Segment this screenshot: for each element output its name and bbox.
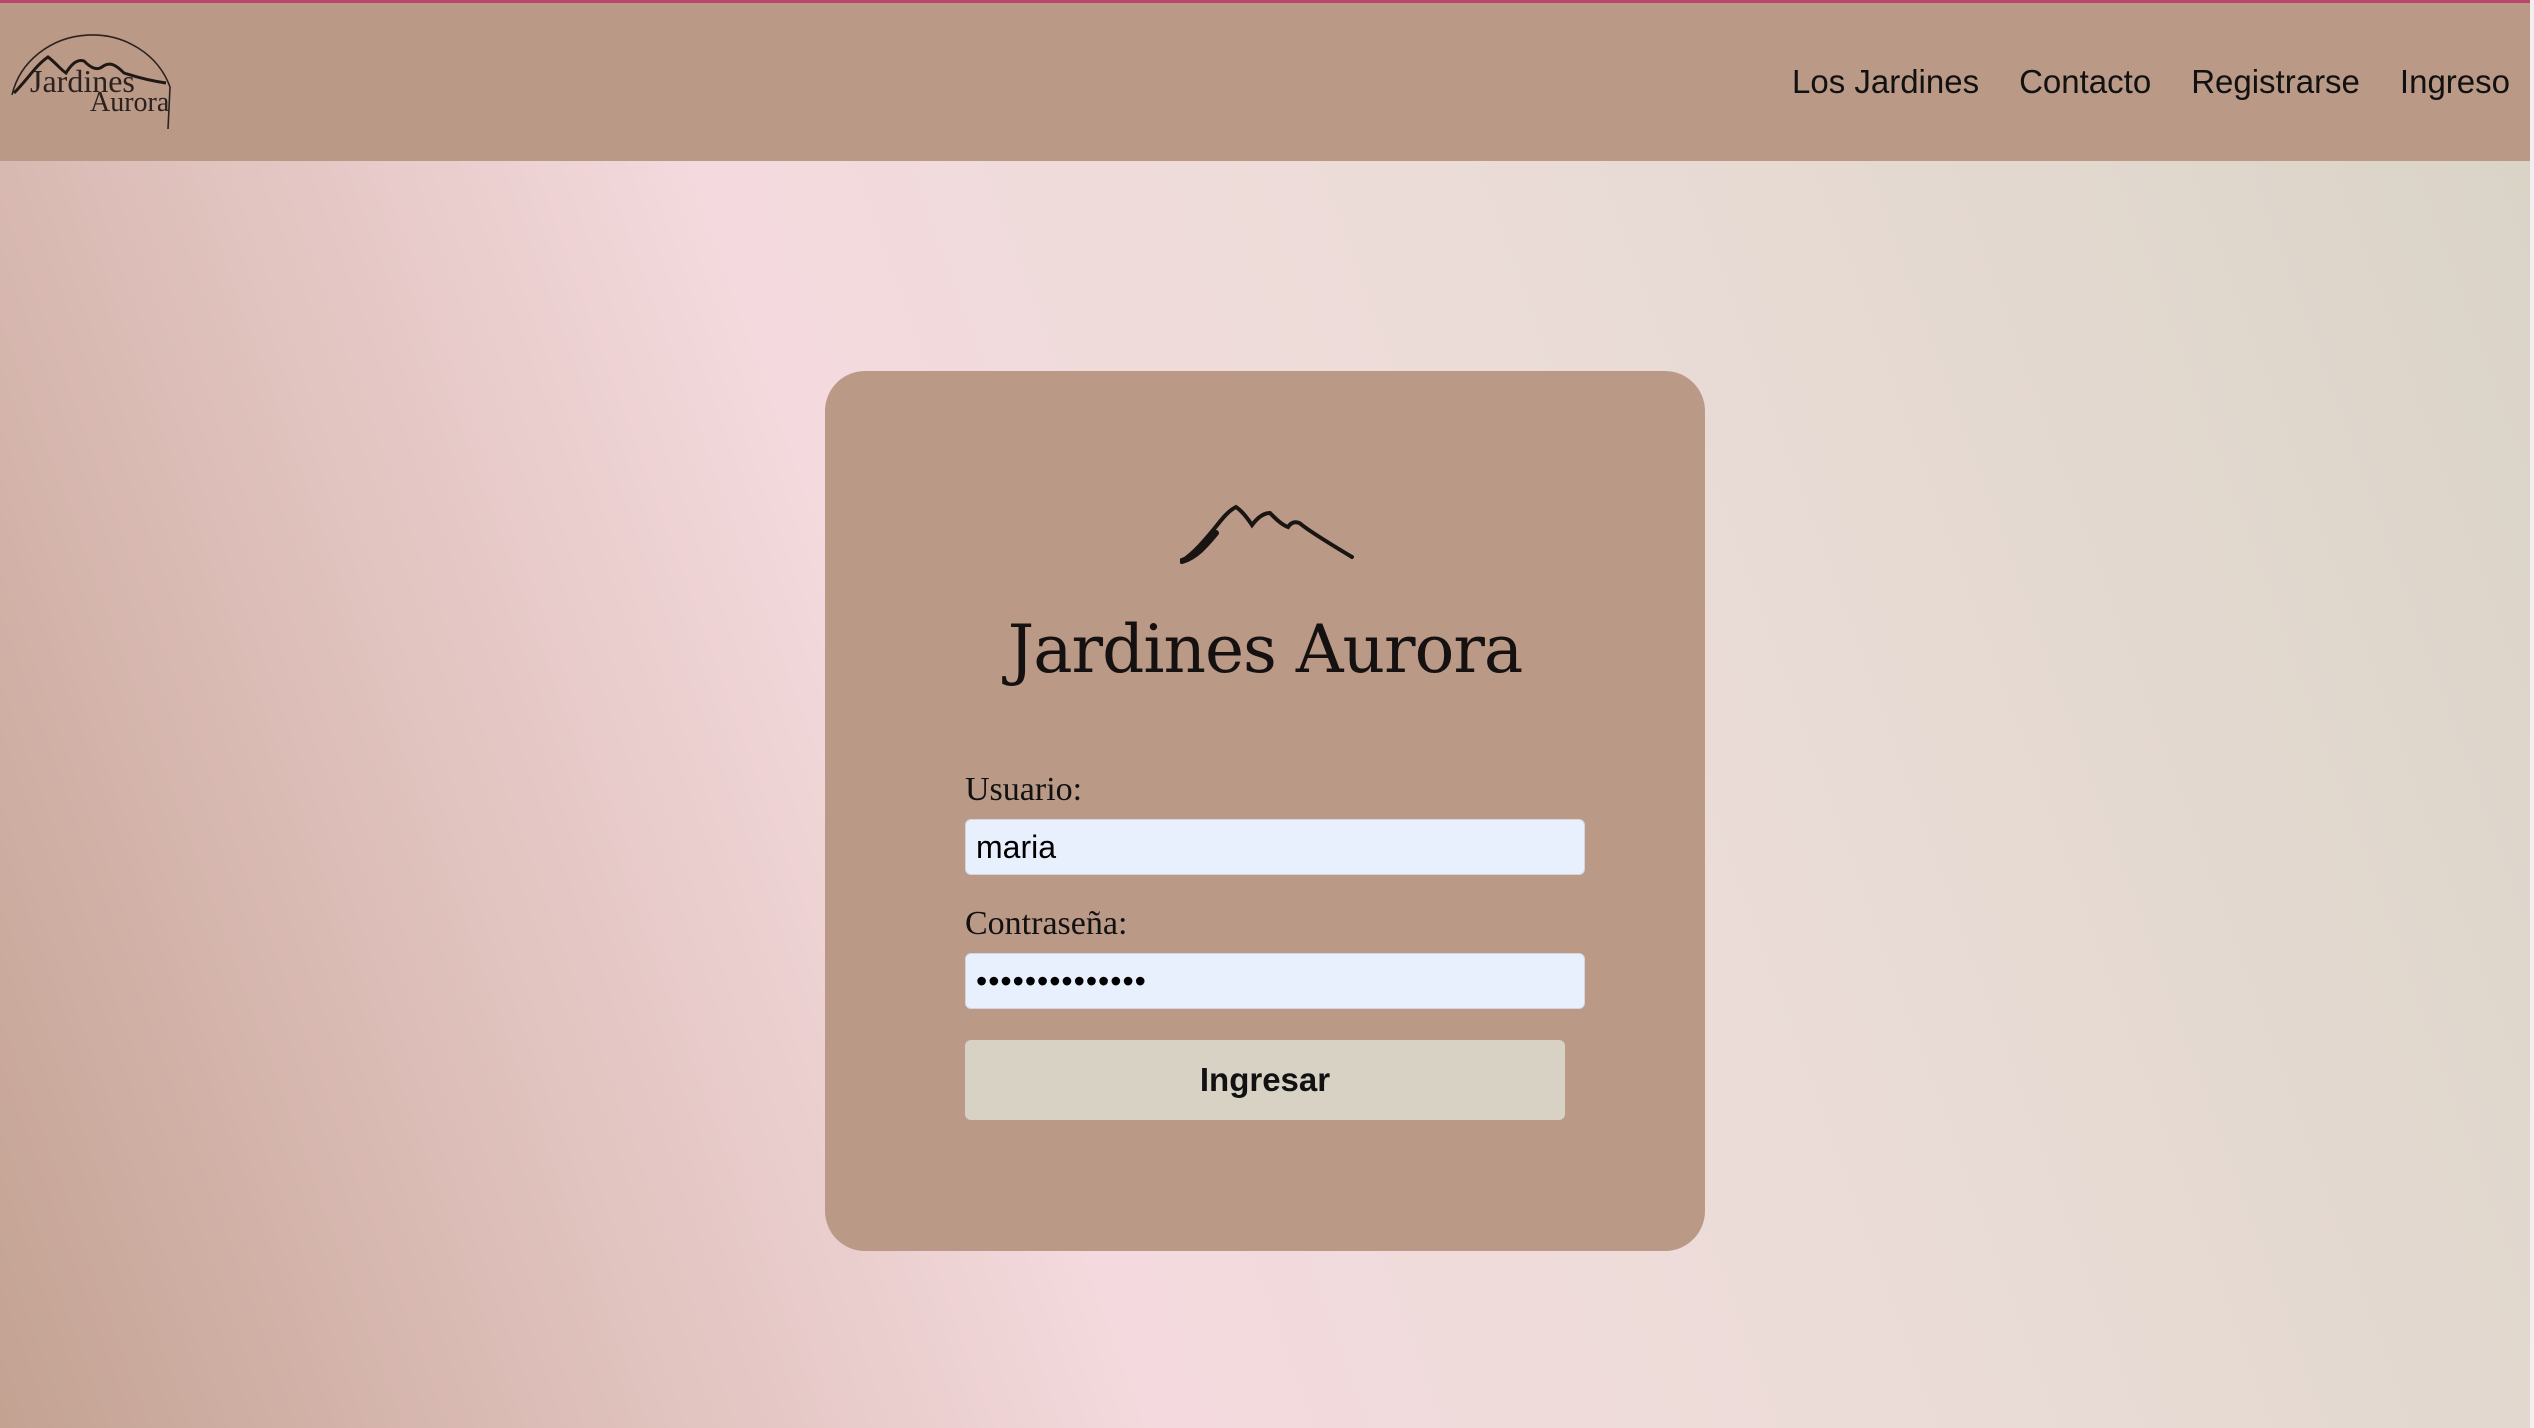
navbar: Jardines Aurora Los Jardines Contacto Re… [0,3,2530,161]
logo[interactable]: Jardines Aurora [6,17,186,147]
mountain-icon [1180,501,1355,566]
ingresar-button[interactable]: Ingresar [965,1040,1565,1120]
username-label: Usuario: [965,771,1083,808]
nav-link-registrarse[interactable]: Registrarse [2191,63,2360,101]
login-card: Jardines Aurora Usuario: Contraseña: Ing… [825,371,1705,1251]
mountain-arc-logo-icon: Jardines Aurora [11,34,171,130]
main-nav: Los Jardines Contacto Registrarse Ingres… [1792,3,2510,161]
nav-link-contacto[interactable]: Contacto [2019,63,2151,101]
nav-link-ingreso[interactable]: Ingreso [2400,63,2510,101]
nav-link-los-jardines[interactable]: Los Jardines [1792,63,1979,101]
username-input[interactable] [965,819,1585,875]
window-edge [2530,0,2534,1428]
logo-text-aurora: Aurora [90,87,170,118]
login-title: Jardines Aurora [1007,611,1523,688]
password-label: Contraseña: [965,905,1128,942]
password-input[interactable] [965,953,1585,1009]
